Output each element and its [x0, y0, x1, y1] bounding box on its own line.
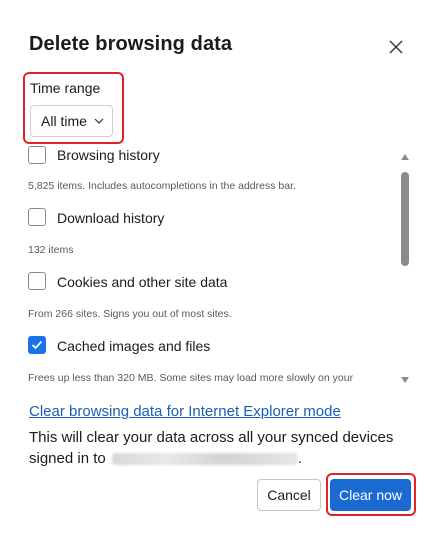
cached-images-checkbox[interactable] [28, 336, 46, 354]
browsing-history-label: Browsing history [57, 147, 160, 163]
time-range-value: All time [41, 113, 87, 129]
dialog-title: Delete browsing data [29, 33, 233, 55]
clear-now-button[interactable]: Clear now [330, 479, 411, 511]
clear-ie-mode-link[interactable]: Clear browsing data for Internet Explore… [29, 403, 341, 420]
chevron-down-icon [94, 118, 104, 124]
download-history-label: Download history [57, 210, 165, 226]
scroll-down-arrow-icon[interactable] [401, 377, 409, 383]
browsing-history-checkbox[interactable] [28, 146, 46, 164]
scroll-thumb[interactable] [401, 172, 409, 266]
cookies-description: From 266 sites. Signs you out of most si… [28, 308, 232, 320]
list-scrollbar[interactable] [398, 150, 412, 386]
sync-notice: This will clear your data across all you… [29, 427, 409, 469]
time-range-label: Time range [30, 80, 101, 96]
cancel-button[interactable]: Cancel [257, 479, 321, 511]
checkmark-icon [31, 340, 43, 350]
download-history-description: 132 items [28, 244, 74, 256]
scroll-up-arrow-icon[interactable] [401, 154, 409, 160]
cookies-checkbox[interactable] [28, 272, 46, 290]
download-history-checkbox[interactable] [28, 208, 46, 226]
sync-notice-suffix: . [297, 450, 303, 467]
cookies-label: Cookies and other site data [57, 274, 228, 290]
close-icon [389, 40, 403, 54]
close-button[interactable] [383, 34, 409, 60]
cached-images-label: Cached images and files [57, 338, 211, 354]
delete-browsing-data-dialog: Delete browsing data Time range All time… [0, 0, 442, 543]
cached-images-description: Frees up less than 320 MB. Some sites ma… [28, 372, 354, 384]
data-type-list: Browsing history 5,825 items. Includes a… [28, 142, 398, 394]
time-range-select[interactable]: All time [30, 105, 113, 137]
browsing-history-description: 5,825 items. Includes autocompletions in… [28, 180, 296, 192]
redacted-account [111, 453, 298, 466]
